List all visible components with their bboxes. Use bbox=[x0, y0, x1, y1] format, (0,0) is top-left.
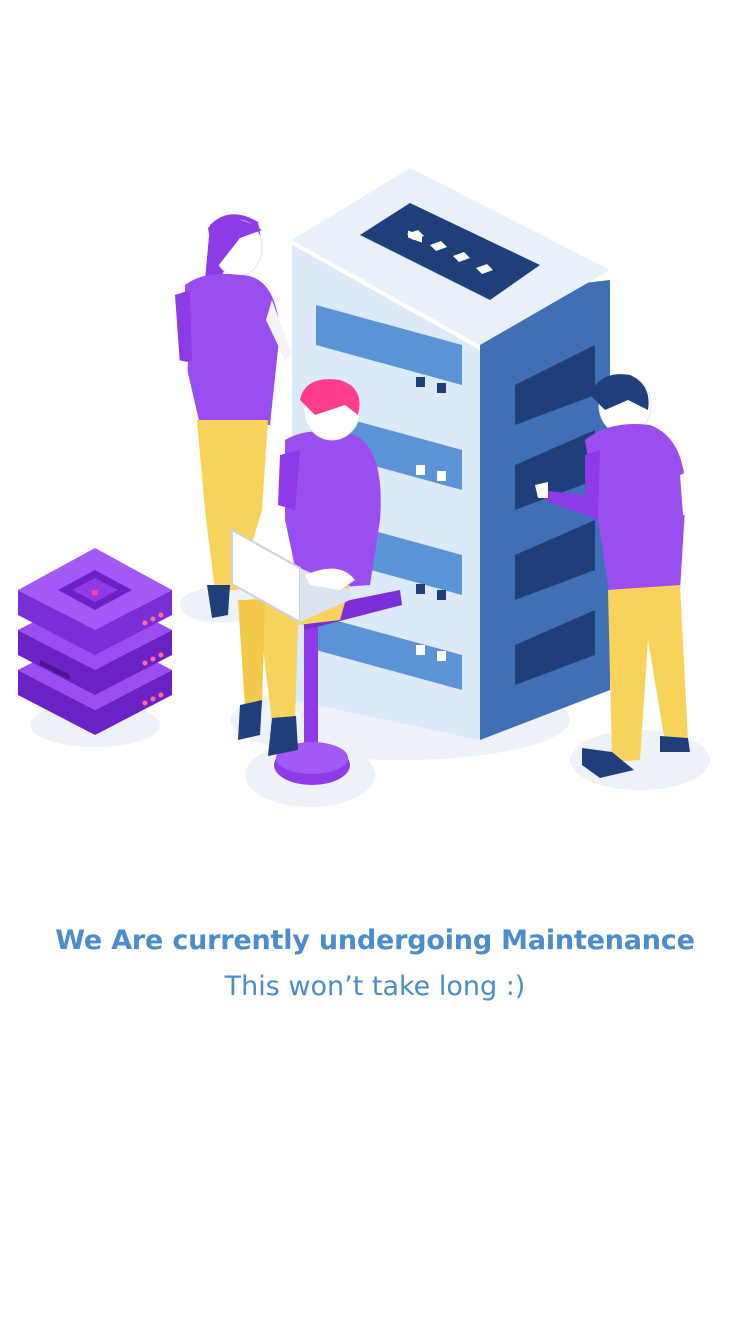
small-server-stack-icon bbox=[18, 548, 172, 735]
maintenance-subline: This won’t take long :) bbox=[224, 971, 526, 1002]
maintenance-headline: We Are currently undergoing Maintenance bbox=[55, 925, 695, 956]
maintenance-message: We Are currently undergoing Maintenance … bbox=[0, 918, 750, 1010]
server-maintenance-illustration bbox=[18, 168, 710, 807]
